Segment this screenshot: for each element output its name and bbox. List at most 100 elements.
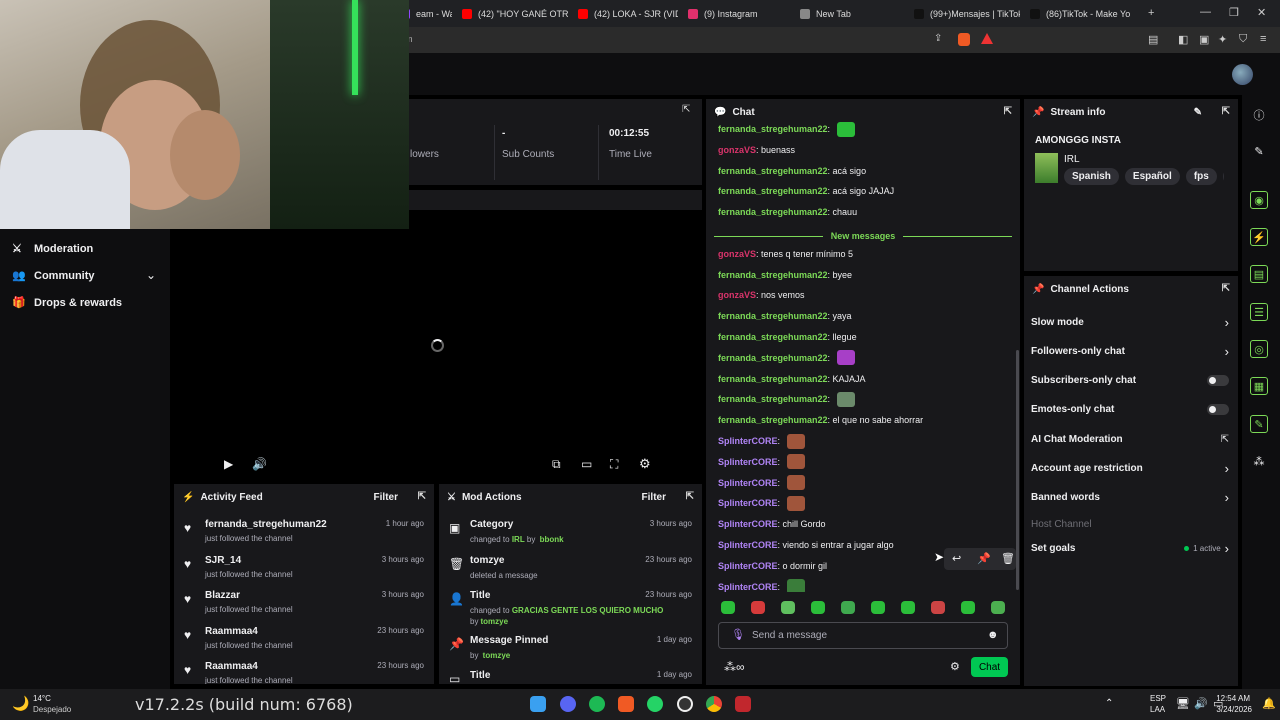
reader-icon[interactable]: ▤ (1148, 33, 1158, 46)
list-item[interactable]: ♥ Blazzar just followed the channel 3 hours… (174, 590, 434, 620)
chat-message[interactable]: fernanda_stregehuman22: yaya (718, 308, 852, 324)
chat-message[interactable]: SplinterCORE: (718, 579, 805, 592)
quick-emote-icon[interactable] (751, 601, 765, 614)
volume-icon[interactable]: 🔊 (252, 457, 267, 471)
leo-icon[interactable]: ✦ (1218, 33, 1227, 46)
list-item[interactable]: 📌 Message Pinned by tomzye 1 day ago (439, 635, 702, 675)
stats-icon[interactable]: ▦ (1250, 377, 1268, 395)
chat-username[interactable]: fernanda_stregehuman22 (718, 332, 828, 342)
fullscreen-icon[interactable]: ⛶ (610, 457, 618, 472)
channel-action-row[interactable]: Banned words › (1031, 489, 1229, 505)
spotify-icon[interactable] (589, 696, 605, 712)
filter-button[interactable]: Filter (374, 492, 398, 503)
popout-icon[interactable]: ⇱ (1222, 283, 1230, 294)
obs-icon[interactable] (677, 696, 693, 712)
menu-icon[interactable]: ≡ (1260, 33, 1266, 45)
chat-message[interactable]: fernanda_stregehuman22: byee (718, 267, 852, 283)
lightning-icon[interactable]: ⚡ (1250, 228, 1268, 246)
chevron-down-icon[interactable]: ⌄ (146, 268, 156, 282)
chat-username[interactable]: fernanda_stregehuman22 (718, 124, 828, 134)
avatar[interactable] (1232, 64, 1253, 85)
chat-message[interactable]: SplinterCORE: (718, 433, 805, 449)
popout-icon[interactable]: ⇱ (686, 491, 694, 502)
chat-username[interactable]: fernanda_stregehuman22 (718, 394, 828, 404)
add-widget-icon[interactable]: ⁂ (1250, 452, 1268, 470)
tag-chip[interactable]: gami (1222, 168, 1224, 185)
quick-emote-icon[interactable] (931, 601, 945, 614)
external-link-icon[interactable]: ⇱ (1221, 434, 1229, 445)
edit-icon[interactable]: ✎ (1194, 107, 1202, 118)
chat-username[interactable]: SplinterCORE (718, 478, 778, 488)
channel-action-row[interactable]: Followers-only chat › (1031, 343, 1229, 359)
chat-username[interactable]: fernanda_stregehuman22 (718, 166, 828, 176)
chat-username[interactable]: fernanda_stregehuman22 (718, 207, 828, 217)
quick-emote-icon[interactable] (841, 601, 855, 614)
chat-scrollbar[interactable] (1016, 350, 1019, 590)
clock-time[interactable]: 12:54 AM (1214, 694, 1250, 703)
quick-emote-icon[interactable] (721, 601, 735, 614)
discord-icon[interactable] (560, 696, 576, 712)
popout-icon[interactable]: ⇱ (1222, 106, 1230, 117)
channel-action-row[interactable]: Subscribers-only chat (1031, 372, 1229, 388)
emote-icon[interactable] (786, 454, 805, 470)
minimize-icon[interactable]: — (1200, 6, 1211, 18)
emote-icon[interactable] (786, 475, 805, 491)
chat-message[interactable]: fernanda_stregehuman22: chauu (718, 204, 857, 220)
chevron-right-icon[interactable]: › (1225, 344, 1229, 359)
play-icon[interactable]: ▶ (224, 457, 233, 471)
chat-message[interactable]: fernanda_stregehuman22: (718, 350, 855, 366)
list-item[interactable]: 🗑 tomzye deleted a message 23 hours ago (439, 555, 702, 595)
detail-user[interactable]: tomzye (483, 651, 511, 660)
wrench-icon[interactable]: ✎ (1250, 415, 1268, 433)
list-item[interactable]: ♥ Raammaa4 just followed the channel 23 hou… (174, 626, 434, 656)
browser-tab[interactable]: (42) "HOY GANÉ OTRA (462, 4, 568, 24)
browser-tab[interactable]: New Tab (800, 4, 904, 24)
chevron-right-icon[interactable]: › (1225, 315, 1229, 330)
quick-emote-icon[interactable] (781, 601, 795, 614)
nav-drops-rewards[interactable]: 🎁 Drops & rewards (12, 296, 122, 310)
chat-message[interactable]: SplinterCORE: chill Gordo (718, 516, 826, 532)
popout-icon[interactable]: ⇱ (418, 491, 426, 502)
camera-icon[interactable]: ◉ (1250, 191, 1268, 209)
chat-settings-icon[interactable]: ⚙ (950, 660, 960, 673)
emote-icon[interactable] (786, 579, 805, 592)
whatsapp-icon[interactable] (647, 696, 663, 712)
emote-icon[interactable] (836, 391, 855, 407)
chevron-right-icon[interactable]: › (1225, 490, 1229, 505)
settings-icon[interactable]: ⚙ (639, 456, 651, 472)
detail-highlight[interactable]: GRACIAS GENTE LOS QUIERO MUCHO (512, 606, 664, 615)
chat-username[interactable]: gonzaVS (718, 249, 756, 259)
maximize-icon[interactable]: ❐ (1229, 6, 1239, 19)
chrome-icon[interactable] (706, 696, 722, 712)
pin-icon[interactable]: 📌 (977, 552, 991, 565)
trash-icon[interactable]: 🗑 (1001, 552, 1015, 565)
vpn-icon[interactable]: ⛉ (1239, 33, 1247, 46)
points-icon[interactable]: ⁂∞ (724, 660, 745, 674)
list-item[interactable]: ▣ Category changed to IRL by bbonk 3 hours … (439, 519, 702, 559)
chat-username[interactable]: fernanda_stregehuman22 (718, 311, 828, 321)
chat-username[interactable]: SplinterCORE (718, 582, 778, 592)
emote-icon[interactable] (786, 495, 805, 511)
new-tab-button[interactable]: + (1148, 7, 1154, 19)
emote-icon[interactable] (786, 433, 805, 449)
nav-moderation[interactable]: ⚔ Moderation (12, 242, 93, 256)
emote-icon[interactable] (836, 350, 855, 366)
chat-message[interactable]: fernanda_stregehuman22: (718, 121, 855, 137)
notification-icon[interactable]: 🔔 (1262, 697, 1276, 710)
list-icon[interactable]: ▤ (1250, 265, 1268, 283)
chat-username[interactable]: SplinterCORE (718, 498, 778, 508)
quick-emote-icon[interactable] (991, 601, 1005, 614)
pip-icon[interactable]: ⧉ (552, 457, 561, 472)
lang-indicator-2[interactable]: LAA (1150, 705, 1165, 714)
share-icon[interactable]: ⇪ (934, 33, 942, 44)
chevron-right-icon[interactable]: › (1225, 541, 1229, 556)
chat-message[interactable]: fernanda_stregehuman22: acá sigo (718, 163, 866, 179)
chat-username[interactable]: gonzaVS (718, 145, 756, 155)
channel-action-row[interactable]: Account age restriction › (1031, 460, 1229, 476)
volume-icon[interactable]: 🔊 (1194, 697, 1208, 710)
list-item[interactable]: ♥ fernanda_stregehuman22 just followed the… (174, 519, 434, 549)
chat-username[interactable]: SplinterCORE (718, 519, 778, 529)
brave-rewards-icon[interactable] (981, 33, 993, 44)
chat-username[interactable]: fernanda_stregehuman22 (718, 415, 828, 425)
nav-community[interactable]: 👥 Community (12, 269, 95, 283)
